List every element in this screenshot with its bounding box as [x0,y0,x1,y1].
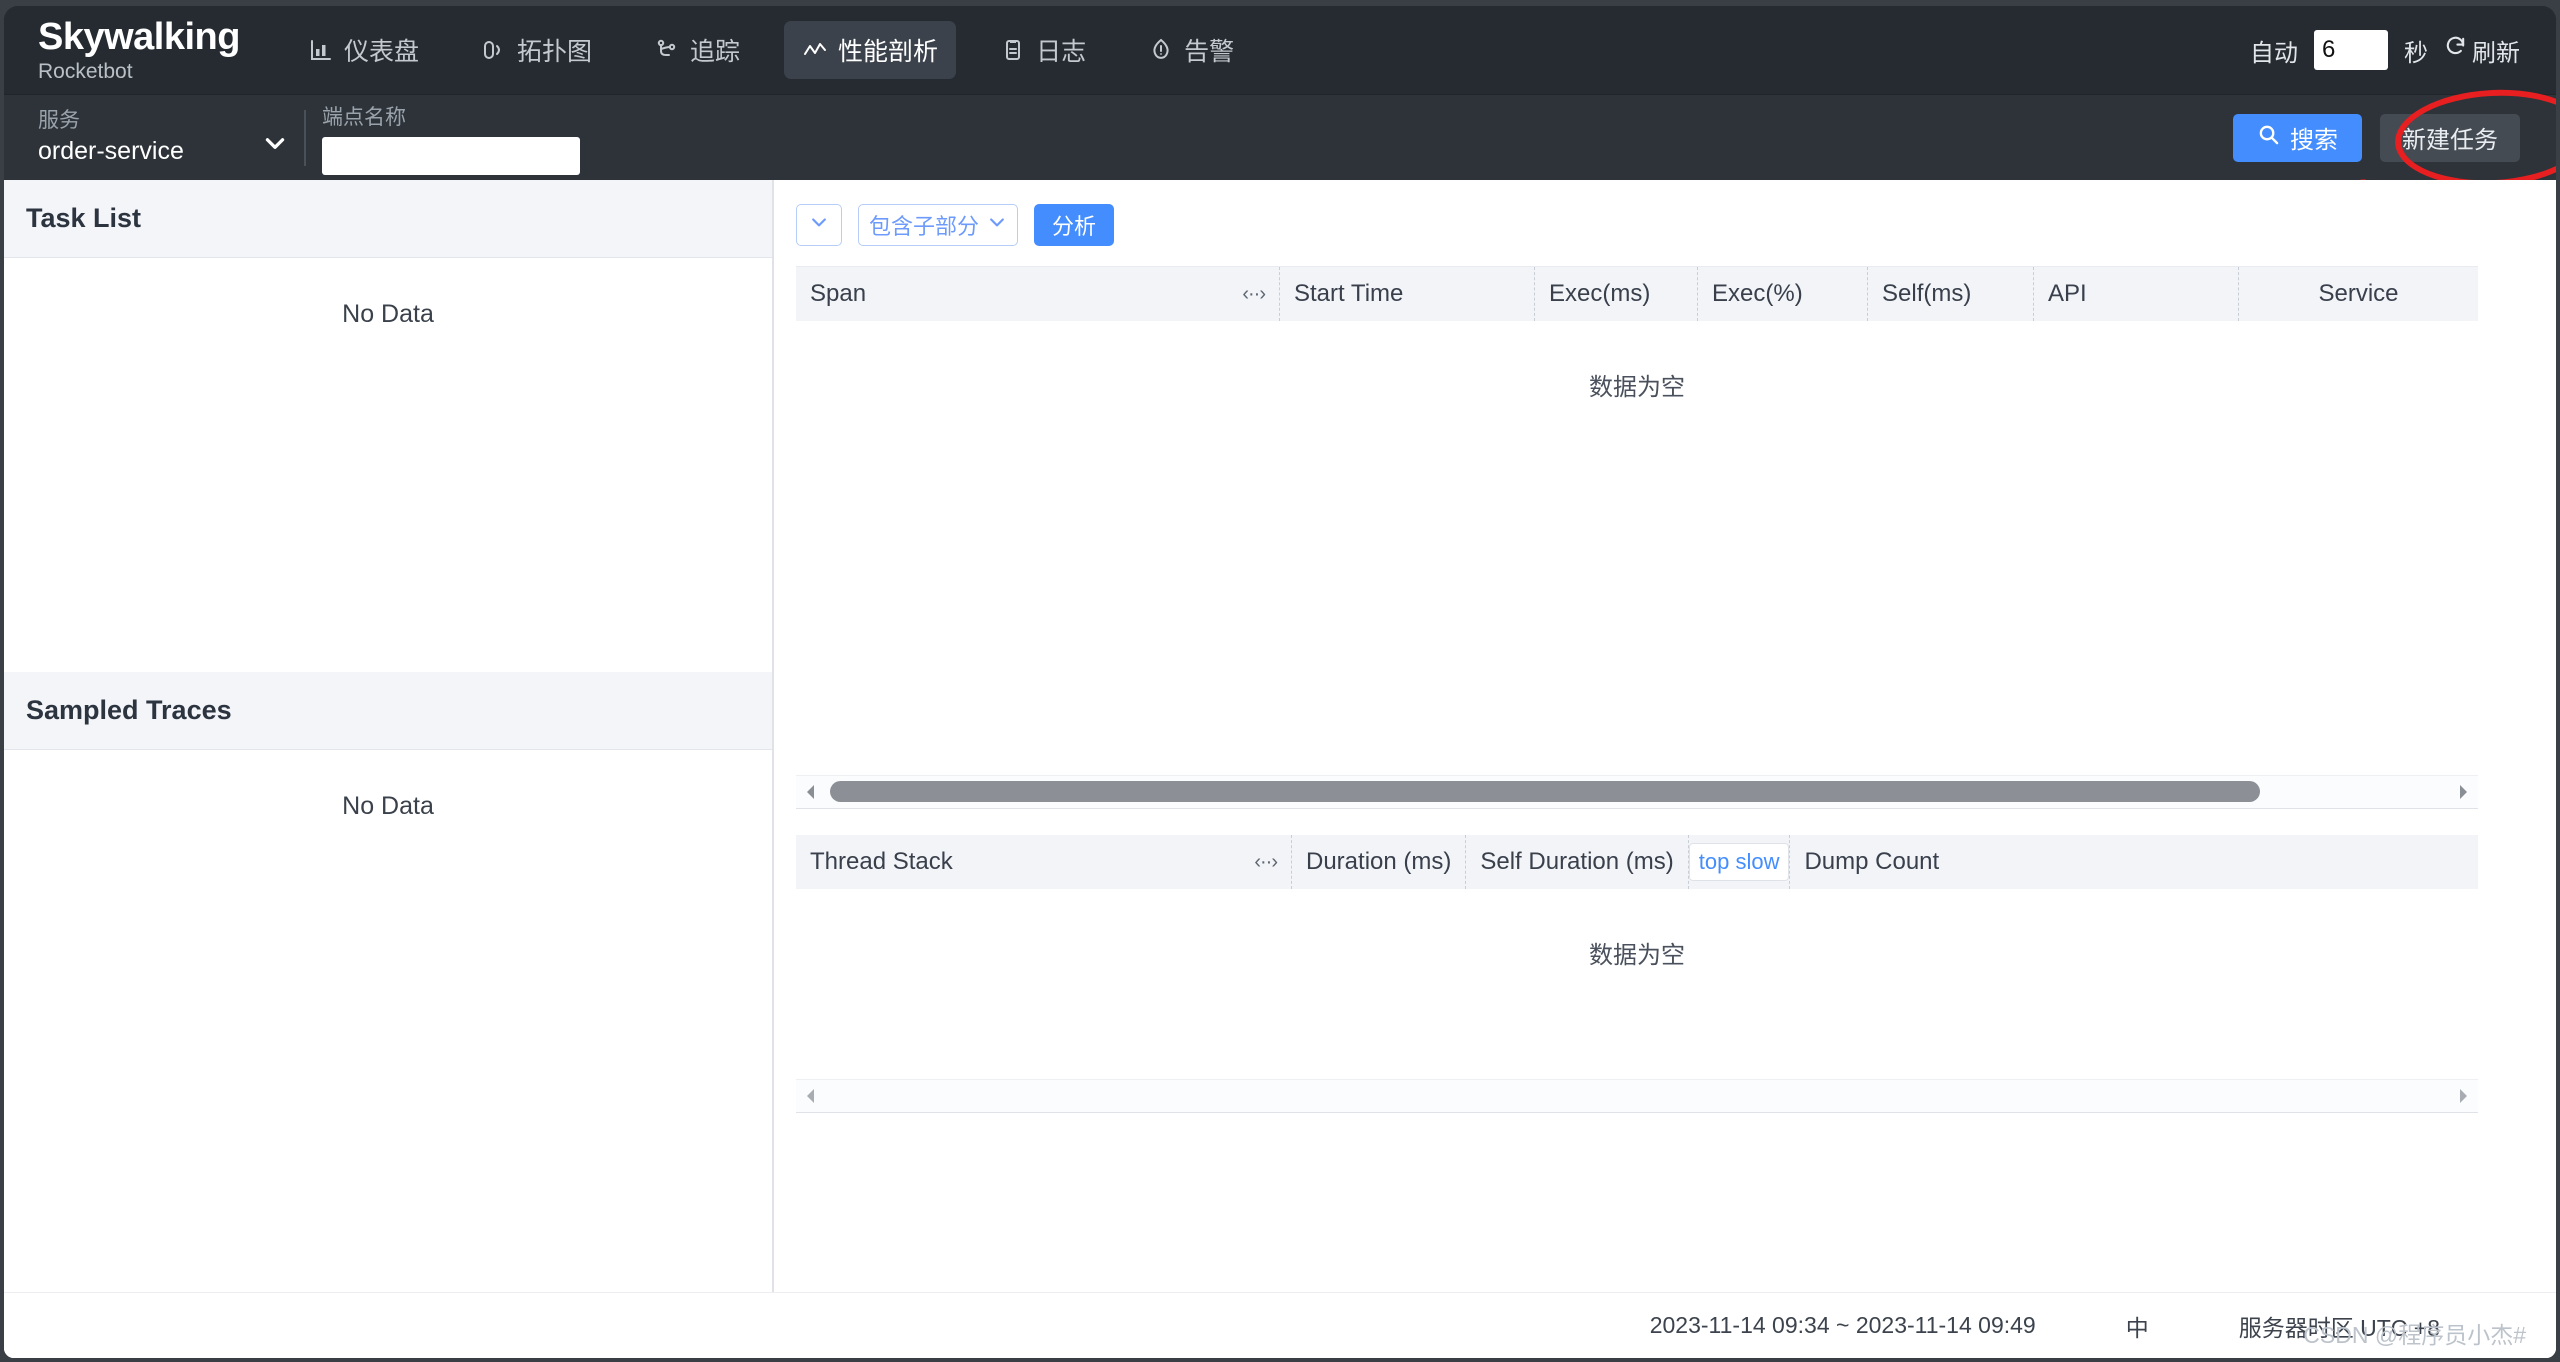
sampled-traces-title: Sampled Traces [4,672,772,750]
scroll-left-icon[interactable] [796,1088,826,1104]
thread-stack-table-empty: 数据为空 [1589,942,1685,969]
service-caption: 服务 [38,109,80,133]
nav-item-label: 仪表盘 [344,38,420,66]
column-header-start-time[interactable]: Start Time [1280,267,1535,321]
endpoint-name-input[interactable] [322,136,580,175]
scrollbar-thumb[interactable] [830,781,2260,802]
language-switch[interactable]: 中 [2126,1309,2149,1343]
analysis-controls: 包含子部分 分析 [774,180,2556,266]
top-navigation-bar: Skywalking Rocketbot 仪表盘 拓扑图 追踪 性能剖析 日志 … [4,6,2556,94]
column-resize-icon[interactable]: ‹··› [1254,851,1278,874]
thread-stack-scrollbar[interactable] [796,1079,2478,1113]
thread-stack-table-header: Thread Stack ‹··› Duration (ms) Self Dur… [796,835,2478,889]
nav-item-topology[interactable]: 拓扑图 [463,21,610,79]
nav-items: 仪表盘 拓扑图 追踪 性能剖析 日志 告警 [290,21,1278,79]
nav-item-label: 日志 [1036,38,1087,66]
endpoint-name-caption: 端点名称 [322,105,406,129]
search-button[interactable]: 搜索 [2233,113,2362,162]
nav-item-profile[interactable]: 性能剖析 [784,21,957,79]
scope-select-value: 包含子部分 [869,214,980,239]
scrollbar-track[interactable] [826,1079,2448,1113]
nav-right-controls: 自动 秒 刷新 [2250,30,2520,70]
column-header-duration[interactable]: Duration (ms) [1292,835,1467,889]
app-window: Skywalking Rocketbot 仪表盘 拓扑图 追踪 性能剖析 日志 … [4,6,2556,1358]
span-table-scrollbar[interactable] [796,775,2478,809]
footer-bar: 2023-11-14 09:34 ~ 2023-11-14 09:49 中 服务… [4,1292,2556,1358]
mini-select[interactable] [796,204,842,246]
bar-chart-icon [308,37,334,63]
alarm-icon [1148,37,1174,63]
search-button-label: 搜索 [2290,127,2338,154]
seconds-label: 秒 [2404,39,2428,67]
endpoint-name-group: 端点名称 [322,101,580,175]
refresh-button[interactable]: 刷新 [2444,33,2520,68]
column-resize-icon[interactable]: ‹··› [1242,283,1266,306]
column-header-service[interactable]: Service [2239,267,2478,321]
brand-subtitle: Rocketbot [38,60,133,83]
refresh-icon [2444,35,2467,65]
topology-icon [481,37,507,63]
new-task-button[interactable]: 新建任务 [2380,113,2520,162]
service-selector[interactable]: 服务 order-service [38,109,288,166]
brand-logo[interactable]: Skywalking Rocketbot [38,16,240,83]
log-icon [1000,37,1026,63]
profile-wave-icon [802,37,828,63]
condition-actions: 搜索 新建任务 [2233,84,2556,214]
column-header-span[interactable]: Span ‹··› [796,267,1280,321]
column-header-exec-percent[interactable]: Exec(%) [1698,267,1868,321]
time-range-label[interactable]: 2023-11-14 09:34 ~ 2023-11-14 09:49 [1650,1312,2036,1339]
column-header-exec-ms[interactable]: Exec(ms) [1535,267,1698,321]
analyze-button[interactable]: 分析 [1034,204,1115,246]
top-slow-button[interactable]: top slow [1688,843,1790,881]
nav-item-log[interactable]: 日志 [982,21,1104,79]
nav-item-label: 追踪 [690,38,741,66]
right-panel: 包含子部分 分析 Span ‹··› Start Time Exec(ms) E… [774,180,2556,1358]
trace-icon [654,37,680,63]
chevron-down-icon [987,212,1007,238]
timezone-label: 服务器时区 UTC +8 [2238,1314,2440,1341]
task-list-title: Task List [4,180,772,258]
column-header-dump-count[interactable]: Dump Count [1790,835,2478,889]
thread-stack-table: Thread Stack ‹··› Duration (ms) Self Dur… [796,835,2478,1113]
column-header-thread-stack[interactable]: Thread Stack ‹··› [796,835,1292,889]
scope-select[interactable]: 包含子部分 [858,204,1018,246]
task-list-empty: No Data [342,300,434,328]
refresh-label: 刷新 [2472,39,2520,67]
scroll-right-icon[interactable] [2448,784,2478,800]
auto-refresh-interval-input[interactable] [2314,30,2388,70]
column-header-api[interactable]: API [2034,267,2239,321]
column-header-self-ms[interactable]: Self(ms) [1868,267,2034,321]
scroll-left-icon[interactable] [796,784,826,800]
scrollbar-track[interactable] [826,775,2448,809]
span-table: Span ‹··› Start Time Exec(ms) Exec(%) Se… [796,266,2478,809]
nav-item-alarm[interactable]: 告警 [1130,21,1252,79]
vertical-divider [304,109,306,166]
span-table-header: Span ‹··› Start Time Exec(ms) Exec(%) Se… [796,267,2478,321]
nav-item-label: 告警 [1184,38,1235,66]
chevron-down-icon [262,130,288,162]
nav-item-trace[interactable]: 追踪 [636,21,758,79]
auto-refresh-label: 自动 [2250,39,2298,67]
column-label: Span [810,280,867,307]
scroll-right-icon[interactable] [2448,1088,2478,1104]
task-list-section: Task List No Data [4,180,772,672]
chevron-down-icon [809,212,829,238]
top-slow-column: top slow [1688,835,1791,889]
page-body: Task List No Data Sampled Traces No Data [4,180,2556,1358]
column-label: Thread Stack [810,848,953,875]
nav-item-label: 性能剖析 [838,38,939,66]
sampled-traces-section: Sampled Traces No Data [4,672,772,1358]
left-panel: Task List No Data Sampled Traces No Data [4,180,774,1358]
search-icon [2257,123,2280,153]
column-header-self-duration[interactable]: Self Duration (ms) [1466,835,1689,889]
service-value: order-service [38,137,184,166]
span-table-empty: 数据为空 [1589,374,1685,401]
sampled-traces-empty: No Data [342,792,434,820]
brand-title: Skywalking [38,16,240,58]
nav-item-label: 拓扑图 [517,38,593,66]
condition-bar: 服务 order-service 端点名称 搜索 新建任务 [4,84,2556,214]
nav-item-dashboard[interactable]: 仪表盘 [290,21,437,79]
